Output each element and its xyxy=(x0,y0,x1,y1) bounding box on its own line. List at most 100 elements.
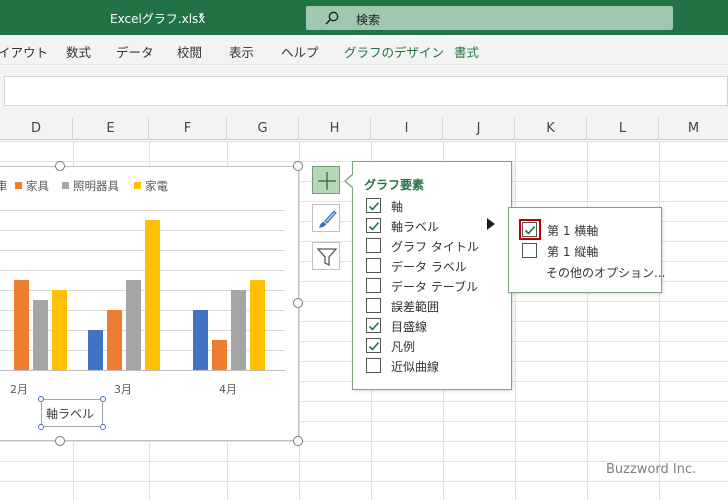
chart-bar[interactable] xyxy=(231,290,246,370)
chart-bar[interactable] xyxy=(88,330,103,370)
search-box[interactable]: 検索 xyxy=(306,6,673,30)
highlight-box xyxy=(519,219,541,240)
tab-format[interactable]: 書式 xyxy=(454,42,479,61)
tab-formulas[interactable]: 数式 xyxy=(66,42,91,61)
resize-handle[interactable] xyxy=(55,161,65,171)
option-label: 凡例 xyxy=(391,340,416,354)
tab-page-layout[interactable]: イアウト xyxy=(0,42,48,61)
checkmark-icon xyxy=(368,341,380,351)
checkbox[interactable] xyxy=(366,298,381,313)
column-header-i[interactable]: I xyxy=(371,118,443,140)
checkmark-icon xyxy=(368,221,380,231)
legend-swatch xyxy=(62,182,69,189)
option-label: データ ラベル xyxy=(391,260,467,274)
tab-review[interactable]: 校閲 xyxy=(177,42,202,61)
chart-elements-button[interactable] xyxy=(312,166,340,194)
checkbox[interactable] xyxy=(366,238,381,253)
option-label: 目盛線 xyxy=(391,320,428,334)
column-header-h[interactable]: H xyxy=(299,118,371,140)
legend-entry[interactable]: 車 xyxy=(0,178,8,194)
option-label: 軸ラベル xyxy=(391,220,440,234)
chart-elements-panel xyxy=(352,161,512,390)
chart-bar[interactable] xyxy=(52,290,67,370)
title-bar: Excelグラフ.xlsx ▾ 検索 xyxy=(0,0,728,35)
chart-filters-button[interactable] xyxy=(312,242,340,270)
tab-help[interactable]: ヘルプ xyxy=(281,42,319,61)
chart-bar[interactable] xyxy=(33,300,48,370)
column-header-d[interactable]: D xyxy=(0,118,73,140)
checkbox[interactable] xyxy=(522,243,537,258)
chart-bar[interactable] xyxy=(250,280,265,370)
tab-data[interactable]: データ xyxy=(116,42,154,61)
x-tick-label: 2月 xyxy=(10,383,28,396)
chart-bar[interactable] xyxy=(14,280,29,370)
column-header-f[interactable]: F xyxy=(149,118,227,140)
grid-divider xyxy=(515,141,516,500)
chart-bar[interactable] xyxy=(145,220,160,370)
plus-icon xyxy=(318,172,336,190)
checkbox[interactable] xyxy=(366,358,381,373)
legend-entry[interactable]: 照明器具 xyxy=(62,178,119,194)
chart-bar[interactable] xyxy=(193,310,208,370)
option-label: 近似曲線 xyxy=(391,360,440,374)
option-label: 第 1 横軸 xyxy=(547,224,599,238)
resize-handle[interactable] xyxy=(293,298,303,308)
selection-handle[interactable] xyxy=(100,396,106,402)
selection-handle[interactable] xyxy=(38,424,44,430)
watermark: Buzzword Inc. xyxy=(606,462,697,477)
selection-handle[interactable] xyxy=(100,424,106,430)
checkbox-checked[interactable] xyxy=(366,198,381,213)
option-label: グラフ タイトル xyxy=(391,240,479,254)
option-label: 軸 xyxy=(391,200,404,214)
column-header-e[interactable]: E xyxy=(73,118,149,140)
chart-gridline xyxy=(0,210,285,211)
flyout-pointer xyxy=(346,174,354,188)
panel-title: グラフ要素 xyxy=(364,178,425,192)
chart-styles-button[interactable] xyxy=(312,204,340,232)
column-header-m[interactable]: M xyxy=(659,118,728,140)
document-title[interactable]: Excelグラフ.xlsx xyxy=(110,10,205,27)
checkbox[interactable] xyxy=(366,258,381,273)
axis-title-text[interactable]: 軸ラベル xyxy=(46,405,94,422)
checkbox-checked[interactable] xyxy=(366,338,381,353)
checkbox-checked[interactable] xyxy=(366,318,381,333)
column-header-k[interactable]: K xyxy=(515,118,587,140)
column-headers: D E F G H I J K L M xyxy=(0,118,728,140)
search-icon xyxy=(325,11,339,25)
chevron-down-icon[interactable]: ▾ xyxy=(199,11,204,21)
checkmark-icon xyxy=(368,321,380,331)
grid-divider xyxy=(299,141,300,500)
chart-gridline xyxy=(0,250,285,251)
legend-swatch xyxy=(134,182,141,189)
submenu-arrow-icon[interactable] xyxy=(487,218,495,230)
checkmark-icon xyxy=(368,201,380,211)
checkbox[interactable] xyxy=(366,278,381,293)
more-options-link[interactable]: その他のオプション... xyxy=(546,264,665,280)
resize-handle[interactable] xyxy=(55,436,65,446)
grid-divider xyxy=(659,141,660,500)
chart-axis-line xyxy=(0,370,285,371)
grid-divider xyxy=(587,141,588,500)
chart-bar[interactable] xyxy=(107,310,122,370)
checkbox-checked[interactable] xyxy=(366,218,381,233)
column-header-g[interactable]: G xyxy=(227,118,299,140)
tab-view[interactable]: 表示 xyxy=(229,42,254,61)
chart-bar[interactable] xyxy=(126,280,141,370)
option-label: データ テーブル xyxy=(391,280,479,294)
ribbon-tabs: イアウト 数式 データ 校閲 表示 ヘルプ グラフのデザイン 書式 xyxy=(0,35,728,65)
legend-entry[interactable]: 家電 xyxy=(134,178,168,194)
formula-input[interactable] xyxy=(4,76,728,106)
column-header-l[interactable]: L xyxy=(587,118,659,140)
x-tick-label: 3月 xyxy=(114,383,132,396)
option-label: 誤差範囲 xyxy=(391,300,440,314)
chart-gridline xyxy=(0,230,285,231)
resize-handle[interactable] xyxy=(293,436,303,446)
column-header-j[interactable]: J xyxy=(443,118,515,140)
formula-bar-area xyxy=(0,66,728,118)
legend-entry[interactable]: 家具 xyxy=(15,178,49,194)
resize-handle[interactable] xyxy=(293,161,303,171)
search-placeholder: 検索 xyxy=(356,13,381,27)
selection-handle[interactable] xyxy=(38,396,44,402)
chart-bar[interactable] xyxy=(212,340,227,370)
tab-chart-design[interactable]: グラフのデザイン xyxy=(344,42,444,61)
